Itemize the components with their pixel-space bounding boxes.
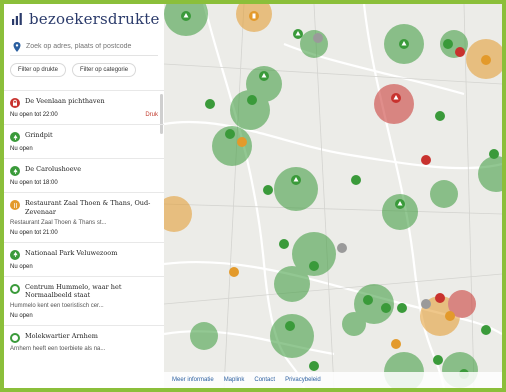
- list-item-description: Arnhem heeft een toerbiete als na...: [10, 346, 106, 353]
- list-item[interactable]: Nationaal Park Veluwezoom Nu open: [4, 241, 164, 276]
- crowd-areas: [164, 4, 502, 388]
- map-pin-green[interactable]: [435, 111, 445, 121]
- list-item[interactable]: Molekwartier Arnhem Arnhem heeft een toe…: [4, 325, 164, 358]
- crowd-area-green[interactable]: [342, 312, 366, 336]
- footer-link-meer-informatie[interactable]: Meer informatie: [172, 377, 214, 383]
- lock-icon: [10, 98, 20, 108]
- app-frame: bezoekersdrukte Filter op drukte Filter …: [0, 0, 506, 392]
- map-pin-grey[interactable]: [337, 243, 347, 253]
- map-pin-grey[interactable]: [313, 33, 323, 43]
- footer-link-contact[interactable]: Contact: [254, 377, 275, 383]
- restaurant-icon: [10, 200, 20, 210]
- map-pin-green[interactable]: [351, 175, 361, 185]
- map-pin-green[interactable]: [293, 29, 303, 39]
- map-pin-green[interactable]: [381, 303, 391, 313]
- bar-chart-icon: [12, 13, 22, 25]
- map-pin-green[interactable]: [205, 99, 215, 109]
- map-pin-orange[interactable]: [229, 267, 239, 277]
- list-item-status: Nu open: [10, 146, 33, 152]
- crowd-area-green[interactable]: [478, 156, 502, 192]
- circle-icon: [10, 283, 20, 294]
- map-pin-orange[interactable]: [445, 311, 455, 321]
- map-pin-orange[interactable]: [481, 55, 491, 65]
- list-item-name: Centrum Hummelo, waar het Normaalbeeld s…: [25, 282, 122, 300]
- map-pin-red[interactable]: [435, 293, 445, 303]
- map-pin-green[interactable]: [309, 261, 319, 271]
- map-pin-orange[interactable]: [249, 11, 259, 21]
- map-pin-green[interactable]: [481, 325, 491, 335]
- map-pin-green[interactable]: [279, 239, 289, 249]
- location-pin-icon: [13, 41, 21, 52]
- map-pin-green[interactable]: [263, 185, 273, 195]
- filter-drukte-button[interactable]: Filter op drukte: [10, 63, 67, 77]
- tree-icon: [10, 249, 20, 260]
- map-pin-green[interactable]: [181, 11, 191, 21]
- map-pin-green[interactable]: [247, 95, 257, 105]
- list-item-name: Nationaal Park Veluwezoom: [25, 248, 118, 257]
- tree-icon: [10, 132, 20, 142]
- list-item-name: Molekwartier Arnhem: [25, 332, 98, 341]
- list-item-name: Grindpit: [25, 131, 53, 139]
- map-view[interactable]: Meer informatie Maplink Contact Privacyb…: [164, 4, 502, 388]
- footer-link-maplink[interactable]: Maplink: [224, 377, 245, 383]
- sidebar: bezoekersdrukte Filter op drukte Filter …: [4, 4, 164, 388]
- search-bar[interactable]: [10, 38, 158, 56]
- crowd-area-green[interactable]: [274, 266, 310, 302]
- map-pin-green[interactable]: [363, 295, 373, 305]
- circle-icon: [10, 333, 20, 344]
- crowd-area-green[interactable]: [300, 30, 328, 58]
- location-list: De Veenlaan pichthaven Nu open tot 22:00…: [4, 90, 164, 358]
- list-item-description: Restaurant Zaal Thoen & Thans st...: [10, 219, 107, 226]
- crowd-area-green[interactable]: [274, 167, 318, 211]
- list-item[interactable]: Restaurant Zaal Thoen & Thans, Oud-Zeven…: [4, 192, 164, 242]
- list-item-name: Restaurant Zaal Thoen & Thans, Oud-Zeven…: [25, 199, 151, 216]
- map-pin-grey[interactable]: [421, 299, 431, 309]
- map-pin-green[interactable]: [433, 355, 443, 365]
- map-pin-green[interactable]: [225, 129, 235, 139]
- crowd-area-red[interactable]: [374, 84, 414, 124]
- map-pin-green[interactable]: [291, 175, 301, 185]
- list-item[interactable]: Centrum Hummelo, waar het Normaalbeeld s…: [4, 275, 164, 326]
- crowd-area-green[interactable]: [430, 180, 458, 208]
- map-footer: Meer informatie Maplink Contact Privacyb…: [164, 372, 502, 388]
- crowd-area-green[interactable]: [270, 314, 314, 358]
- list-item[interactable]: De Veenlaan pichthaven Nu open tot 22:00…: [4, 90, 164, 124]
- list-item[interactable]: Grindpit Nu open: [4, 124, 164, 158]
- list-item-status: Nu open tot 18:00: [10, 180, 58, 186]
- list-item-status: Nu open: [10, 263, 33, 270]
- filter-categorie-button[interactable]: Filter op categorie: [72, 63, 137, 77]
- list-item-description: Hummelo kent een toeristisch cer...: [10, 303, 104, 310]
- map-pin-green[interactable]: [489, 149, 499, 159]
- map-pin-red[interactable]: [421, 155, 431, 165]
- crowd-area-green[interactable]: [190, 322, 218, 350]
- map-pin-green[interactable]: [309, 361, 319, 371]
- map-canvas[interactable]: [164, 4, 502, 388]
- map-pin-green[interactable]: [399, 39, 409, 49]
- list-item-name: De Carolushoeve: [25, 165, 82, 173]
- map-pin-green[interactable]: [397, 303, 407, 313]
- footer-link-privacybeleid[interactable]: Privacybeleid: [285, 377, 321, 383]
- map-pin-green[interactable]: [259, 71, 269, 81]
- brand-header[interactable]: bezoekersdrukte: [4, 4, 164, 34]
- map-pin-orange[interactable]: [237, 137, 247, 147]
- search-input[interactable]: [26, 43, 146, 50]
- map-pin-red[interactable]: [391, 93, 401, 103]
- list-item[interactable]: De Carolushoeve Nu open tot 18:00: [4, 158, 164, 192]
- busy-alert: Druk: [145, 112, 158, 118]
- list-item-name: De Veenlaan pichthaven: [25, 97, 105, 105]
- crowd-area-orange[interactable]: [164, 196, 192, 232]
- brand-title: bezoekersdrukte: [29, 10, 160, 28]
- list-item-status: Nu open tot 22:00: [10, 112, 58, 118]
- map-pin-green[interactable]: [443, 39, 453, 49]
- list-item-status: Nu open: [10, 313, 33, 320]
- map-pin-green[interactable]: [395, 199, 405, 209]
- filter-bar: Filter op drukte Filter op categorie: [4, 56, 164, 83]
- list-item-status: Nu open tot 21:00: [10, 229, 58, 236]
- map-pin-green[interactable]: [285, 321, 295, 331]
- tree-icon: [10, 166, 20, 176]
- map-pin-red[interactable]: [455, 47, 465, 57]
- map-pin-orange[interactable]: [391, 339, 401, 349]
